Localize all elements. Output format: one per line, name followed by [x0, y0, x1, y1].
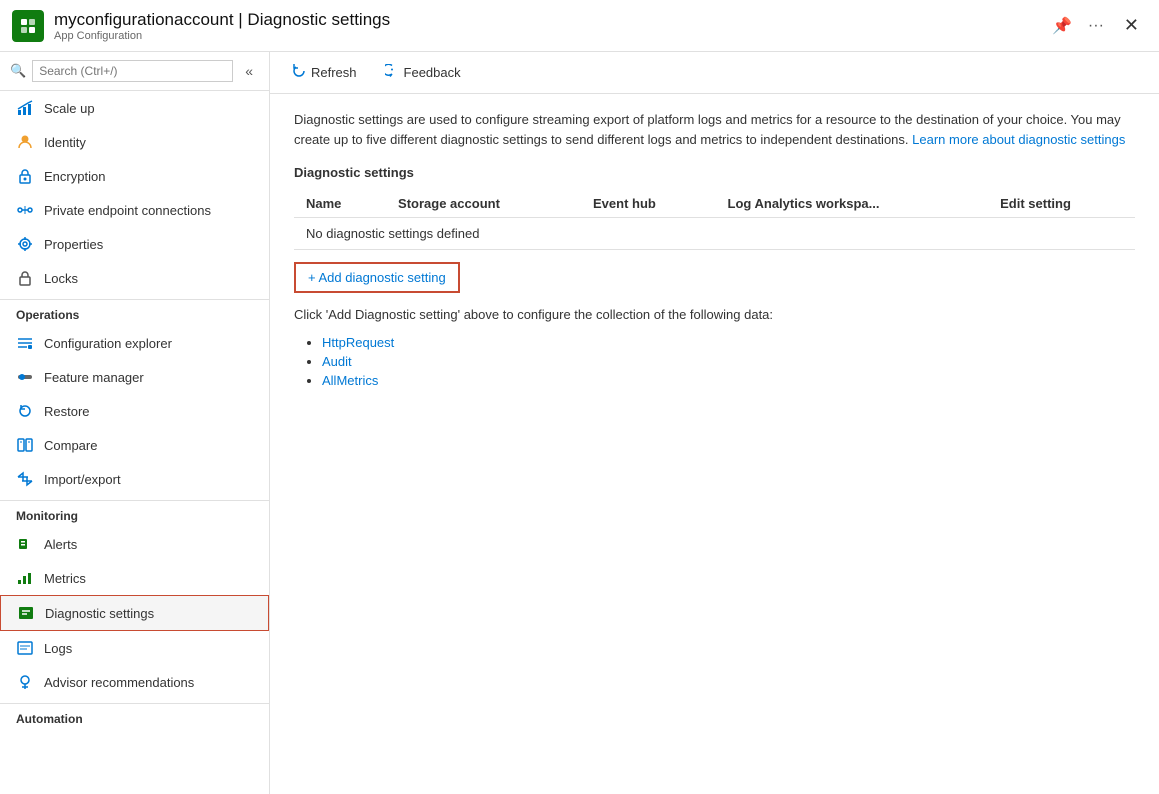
content-body: Diagnostic settings are used to configur… — [270, 94, 1159, 406]
data-items-list: HttpRequest Audit AllMetrics — [294, 333, 1135, 390]
sidebar-label-config-explorer: Configuration explorer — [44, 336, 172, 351]
main-layout: 🔍 « Scale up Identity — [0, 52, 1159, 794]
sidebar-item-feature-manager[interactable]: Feature manager — [0, 360, 269, 394]
add-diagnostic-setting-button[interactable]: + Add diagnostic setting — [294, 262, 460, 293]
sidebar-item-metrics[interactable]: Metrics — [0, 561, 269, 595]
feedback-button[interactable]: Feedback — [379, 60, 467, 85]
page-subtitle: App Configuration — [54, 30, 1048, 42]
col-edit-setting: Edit setting — [988, 190, 1135, 218]
no-settings-row: No diagnostic settings defined — [294, 218, 1135, 250]
config-explorer-icon — [16, 334, 34, 352]
sidebar-item-locks[interactable]: Locks — [0, 261, 269, 295]
sidebar-label-restore: Restore — [44, 404, 90, 419]
locks-icon — [16, 269, 34, 287]
close-button[interactable]: ✕ — [1116, 11, 1147, 40]
sidebar-item-encryption[interactable]: Encryption — [0, 159, 269, 193]
sidebar-label-alerts: Alerts — [44, 537, 77, 552]
info-description: Diagnostic settings are used to configur… — [294, 110, 1135, 149]
sidebar-item-identity[interactable]: Identity — [0, 125, 269, 159]
data-item-allmetrics: AllMetrics — [322, 371, 1135, 390]
sidebar-search-container: 🔍 « — [0, 52, 269, 91]
httprequest-link[interactable]: HttpRequest — [322, 335, 394, 350]
private-endpoint-icon — [16, 201, 34, 219]
diagnostic-settings-icon — [17, 604, 35, 622]
no-settings-text: No diagnostic settings defined — [294, 218, 1135, 250]
toolbar: Refresh Feedback — [270, 52, 1159, 94]
col-log-analytics: Log Analytics workspa... — [716, 190, 989, 218]
sidebar-item-logs[interactable]: Logs — [0, 631, 269, 665]
sidebar-label-locks: Locks — [44, 271, 78, 286]
feedback-label: Feedback — [404, 65, 461, 80]
sidebar: 🔍 « Scale up Identity — [0, 52, 270, 794]
import-export-icon — [16, 470, 34, 488]
page-title: myconfigurationaccount | Diagnostic sett… — [54, 10, 1048, 30]
compare-icon — [16, 436, 34, 454]
sidebar-item-advisor-recommendations[interactable]: Advisor recommendations — [0, 665, 269, 699]
logs-icon — [16, 639, 34, 657]
restore-icon — [16, 402, 34, 420]
search-input[interactable] — [32, 60, 233, 82]
sidebar-label-advisor: Advisor recommendations — [44, 675, 194, 690]
sidebar-label-private-endpoint: Private endpoint connections — [44, 203, 211, 218]
sidebar-label-feature-manager: Feature manager — [44, 370, 144, 385]
search-icon: 🔍 — [10, 63, 26, 79]
sidebar-label-compare: Compare — [44, 438, 97, 453]
diagnostic-settings-section-title: Diagnostic settings — [294, 165, 1135, 180]
title-bar-text: myconfigurationaccount | Diagnostic sett… — [54, 10, 1048, 42]
audit-link[interactable]: Audit — [322, 354, 352, 369]
sidebar-item-restore[interactable]: Restore — [0, 394, 269, 428]
feedback-icon — [385, 64, 399, 81]
sidebar-item-config-explorer[interactable]: Configuration explorer — [0, 326, 269, 360]
sidebar-item-diagnostic-settings[interactable]: Diagnostic settings — [0, 595, 269, 631]
sidebar-item-properties[interactable]: Properties — [0, 227, 269, 261]
sidebar-item-private-endpoint[interactable]: Private endpoint connections — [0, 193, 269, 227]
more-options-button[interactable]: ··· — [1084, 13, 1108, 39]
refresh-label: Refresh — [311, 65, 357, 80]
col-event-hub: Event hub — [581, 190, 716, 218]
properties-icon — [16, 235, 34, 253]
alerts-icon — [16, 535, 34, 553]
sidebar-nav: Scale up Identity Encryption — [0, 91, 269, 794]
sidebar-label-metrics: Metrics — [44, 571, 86, 586]
scale-up-icon — [16, 99, 34, 117]
refresh-button[interactable]: Refresh — [286, 60, 363, 85]
sidebar-item-import-export[interactable]: Import/export — [0, 462, 269, 496]
app-icon — [12, 10, 44, 42]
feature-manager-icon — [16, 368, 34, 386]
title-bar: myconfigurationaccount | Diagnostic sett… — [0, 0, 1159, 52]
allmetrics-link[interactable]: AllMetrics — [322, 373, 378, 388]
sidebar-label-import-export: Import/export — [44, 472, 121, 487]
pin-button[interactable]: 📌 — [1048, 12, 1076, 40]
sidebar-label-logs: Logs — [44, 641, 72, 656]
content-area: Refresh Feedback Diagnostic settings are… — [270, 52, 1159, 794]
col-storage-account: Storage account — [386, 190, 581, 218]
learn-more-link[interactable]: Learn more about diagnostic settings — [912, 132, 1125, 147]
encryption-icon — [16, 167, 34, 185]
sidebar-label-identity: Identity — [44, 135, 86, 150]
title-bar-actions: 📌 ··· ✕ — [1048, 11, 1147, 40]
data-item-audit: Audit — [322, 352, 1135, 371]
sidebar-item-scale-up[interactable]: Scale up — [0, 91, 269, 125]
sidebar-section-monitoring: Monitoring — [0, 500, 269, 527]
sidebar-section-automation: Automation — [0, 703, 269, 730]
col-name: Name — [294, 190, 386, 218]
collection-description: Click 'Add Diagnostic setting' above to … — [294, 305, 1135, 325]
sidebar-item-compare[interactable]: Compare — [0, 428, 269, 462]
collapse-sidebar-button[interactable]: « — [239, 61, 259, 81]
diagnostic-settings-table: Name Storage account Event hub Log Analy… — [294, 190, 1135, 250]
sidebar-item-alerts[interactable]: Alerts — [0, 527, 269, 561]
sidebar-label-properties: Properties — [44, 237, 103, 252]
sidebar-label-scale-up: Scale up — [44, 101, 95, 116]
metrics-icon — [16, 569, 34, 587]
sidebar-label-diagnostic-settings: Diagnostic settings — [45, 606, 154, 621]
advisor-icon — [16, 673, 34, 691]
refresh-icon — [292, 64, 306, 81]
sidebar-section-operations: Operations — [0, 299, 269, 326]
data-item-httprequest: HttpRequest — [322, 333, 1135, 352]
sidebar-label-encryption: Encryption — [44, 169, 105, 184]
identity-icon — [16, 133, 34, 151]
